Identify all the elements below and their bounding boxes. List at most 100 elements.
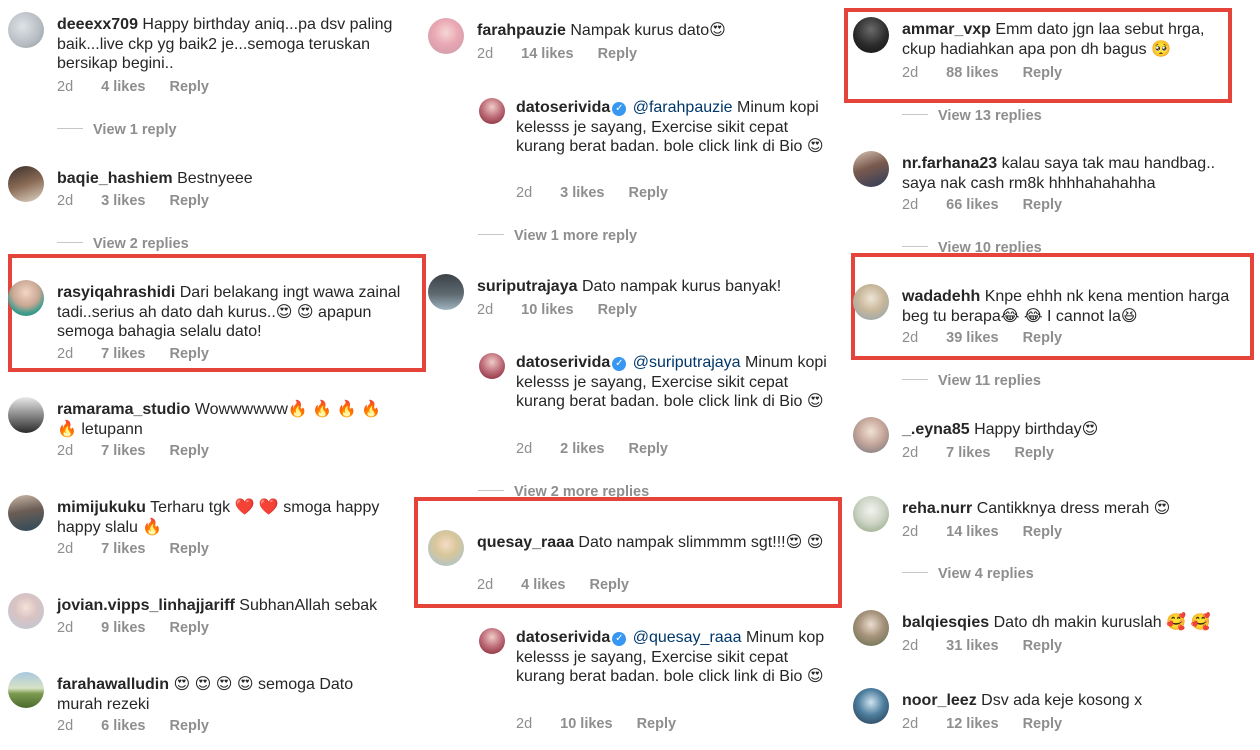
comment-time: 2d bbox=[57, 79, 74, 95]
comment-username[interactable]: ramarama_studio bbox=[57, 401, 190, 418]
comment-username[interactable]: reha.nurr bbox=[902, 500, 972, 517]
comment-text: Nampak kurus dato😍 bbox=[570, 22, 726, 39]
comment-time: 2d bbox=[57, 346, 74, 362]
comment-username[interactable]: farahawalludin bbox=[57, 676, 169, 693]
avatar[interactable] bbox=[428, 18, 464, 54]
like-count[interactable]: 4 likes bbox=[101, 79, 145, 95]
reply-button[interactable]: Reply bbox=[1023, 716, 1063, 732]
comment-username[interactable]: nr.farhana23 bbox=[902, 155, 997, 172]
avatar[interactable] bbox=[853, 496, 889, 532]
avatar[interactable] bbox=[853, 610, 889, 646]
avatar[interactable] bbox=[8, 672, 44, 708]
reply-button[interactable]: Reply bbox=[169, 718, 209, 734]
comment-username[interactable]: baqie_hashiem bbox=[57, 170, 173, 187]
comment-username[interactable]: jovian.vipps_linhajjariff bbox=[57, 597, 235, 614]
comment-username[interactable]: suriputrajaya bbox=[477, 278, 577, 295]
view-replies-button[interactable]: View 2 replies bbox=[57, 236, 189, 252]
reply-button[interactable]: Reply bbox=[628, 441, 668, 457]
view-replies-button[interactable]: View 1 reply bbox=[57, 122, 177, 138]
comment-time: 2d bbox=[57, 718, 74, 734]
reply-button[interactable]: Reply bbox=[598, 302, 638, 318]
view-replies-label: View 1 more reply bbox=[514, 228, 638, 244]
avatar[interactable] bbox=[853, 417, 889, 453]
comment-username[interactable]: datoserivida bbox=[516, 629, 610, 646]
reply-button[interactable]: Reply bbox=[169, 193, 209, 209]
like-count[interactable]: 7 likes bbox=[101, 541, 145, 557]
avatar[interactable] bbox=[479, 98, 505, 124]
avatar[interactable] bbox=[853, 284, 889, 320]
comment-username[interactable]: deeexx709 bbox=[57, 16, 138, 33]
verified-badge-icon: ✓ bbox=[612, 357, 627, 371]
reply-button[interactable]: Reply bbox=[1014, 445, 1054, 461]
view-replies-button[interactable]: View 1 more reply bbox=[478, 228, 637, 244]
avatar[interactable] bbox=[853, 688, 889, 724]
avatar[interactable] bbox=[8, 280, 44, 316]
avatar[interactable] bbox=[8, 12, 44, 48]
avatar[interactable] bbox=[8, 166, 44, 202]
like-count[interactable]: 31 likes bbox=[946, 638, 998, 654]
avatar[interactable] bbox=[8, 593, 44, 629]
like-count[interactable]: 7 likes bbox=[101, 346, 145, 362]
comment-username[interactable]: datoserivida bbox=[516, 99, 610, 116]
comment-username[interactable]: noor_leez bbox=[902, 692, 977, 709]
reply-button[interactable]: Reply bbox=[169, 79, 209, 95]
avatar[interactable] bbox=[8, 397, 44, 433]
comment-time: 2d bbox=[902, 197, 919, 213]
reply-button[interactable]: Reply bbox=[1023, 524, 1063, 540]
avatar[interactable] bbox=[853, 151, 889, 187]
view-replies-button[interactable]: View 4 replies bbox=[902, 566, 1034, 582]
reply-button[interactable]: Reply bbox=[637, 716, 677, 732]
avatar[interactable] bbox=[479, 628, 505, 654]
reply-button[interactable]: Reply bbox=[169, 346, 209, 362]
comment-text: Dsv ada keje kosong x bbox=[981, 692, 1143, 709]
verified-badge-icon: ✓ bbox=[612, 632, 627, 646]
comment-time: 2d bbox=[57, 541, 74, 557]
comment-username[interactable]: wadadehh bbox=[902, 288, 980, 305]
comment-username[interactable]: balqiesqies bbox=[902, 614, 989, 631]
like-count[interactable]: 12 likes bbox=[946, 716, 998, 732]
like-count[interactable]: 7 likes bbox=[946, 445, 990, 461]
reply-button[interactable]: Reply bbox=[1023, 638, 1063, 654]
avatar[interactable] bbox=[428, 274, 464, 310]
comment-username[interactable]: _.eyna85 bbox=[902, 421, 970, 438]
mention-link[interactable]: @quesay_raaa bbox=[633, 629, 742, 646]
view-replies-button[interactable]: View 11 replies bbox=[902, 373, 1041, 389]
reply-button[interactable]: Reply bbox=[169, 620, 209, 636]
avatar[interactable] bbox=[479, 353, 505, 379]
comment-username[interactable]: rasyiqahrashidi bbox=[57, 284, 175, 301]
mention-link[interactable]: @suriputrajaya bbox=[633, 354, 741, 371]
like-count[interactable]: 3 likes bbox=[101, 193, 145, 209]
comment-text: Cantikknya dress merah 😍 bbox=[976, 500, 1171, 517]
verified-badge-icon: ✓ bbox=[612, 102, 627, 116]
comment-time: 2d bbox=[516, 716, 533, 732]
like-count[interactable]: 39 likes bbox=[946, 330, 998, 346]
comment-time: 2d bbox=[902, 330, 919, 346]
avatar[interactable] bbox=[8, 495, 44, 531]
comment-time: 2d bbox=[902, 638, 919, 654]
comment-username[interactable]: datoserivida bbox=[516, 354, 610, 371]
reply-button[interactable]: Reply bbox=[1023, 330, 1063, 346]
reply-button[interactable]: Reply bbox=[1023, 197, 1063, 213]
comment-username[interactable]: farahpauzie bbox=[477, 22, 566, 39]
reply-button[interactable]: Reply bbox=[169, 541, 209, 557]
comment-time: 2d bbox=[477, 46, 494, 62]
comment-time: 2d bbox=[57, 193, 74, 209]
comment-username[interactable]: mimijukuku bbox=[57, 499, 146, 516]
view-replies-button[interactable]: View 13 replies bbox=[902, 108, 1042, 124]
like-count[interactable]: 7 likes bbox=[101, 443, 145, 459]
reply-button[interactable]: Reply bbox=[628, 185, 668, 201]
like-count[interactable]: 14 likes bbox=[521, 46, 573, 62]
like-count[interactable]: 10 likes bbox=[521, 302, 573, 318]
comment-time: 2d bbox=[902, 445, 919, 461]
like-count[interactable]: 6 likes bbox=[101, 718, 145, 734]
like-count[interactable]: 3 likes bbox=[560, 185, 604, 201]
reply-button[interactable]: Reply bbox=[169, 443, 209, 459]
like-count[interactable]: 9 likes bbox=[101, 620, 145, 636]
reply-button[interactable]: Reply bbox=[598, 46, 638, 62]
like-count[interactable]: 14 likes bbox=[946, 524, 998, 540]
like-count[interactable]: 10 likes bbox=[560, 716, 612, 732]
like-count[interactable]: 2 likes bbox=[560, 441, 604, 457]
comment-time: 2d bbox=[902, 716, 919, 732]
like-count[interactable]: 66 likes bbox=[946, 197, 998, 213]
mention-link[interactable]: @farahpauzie bbox=[633, 99, 733, 116]
